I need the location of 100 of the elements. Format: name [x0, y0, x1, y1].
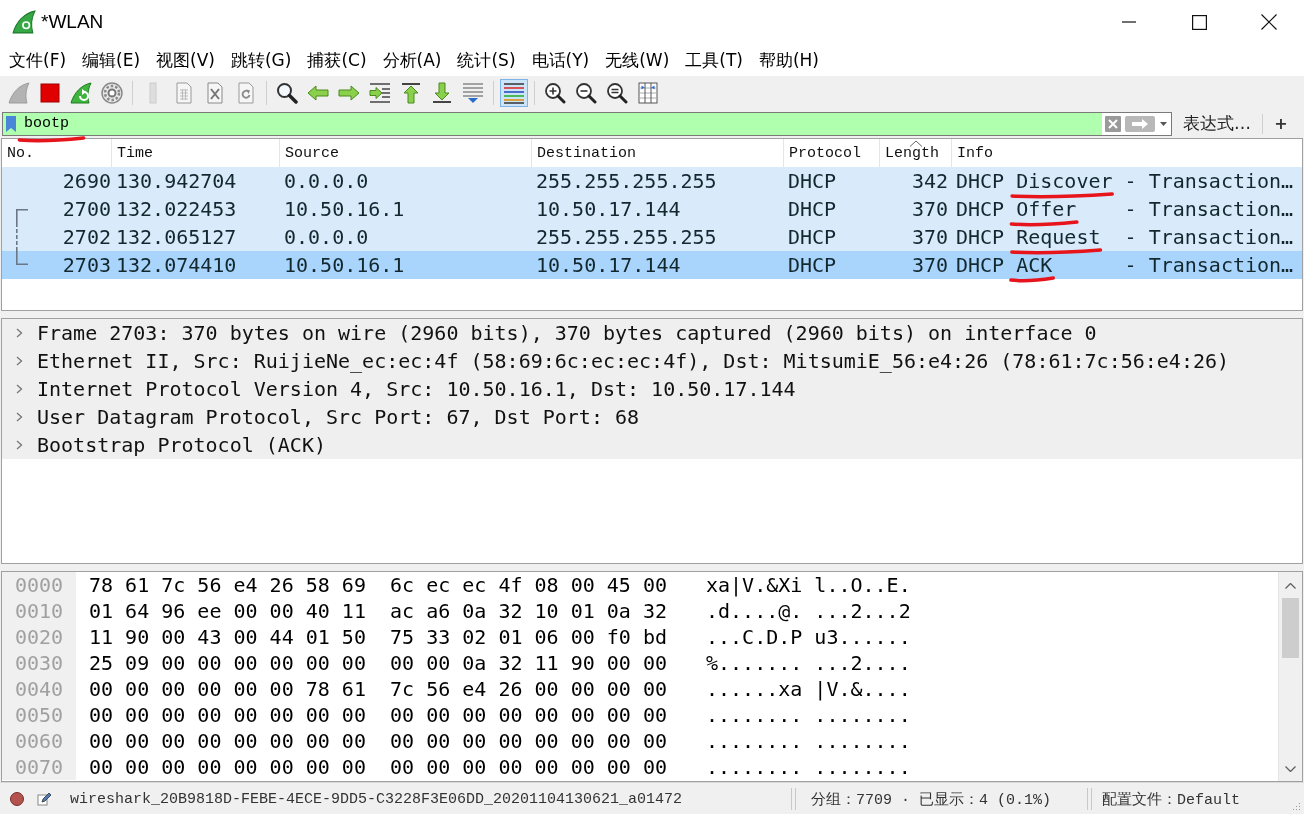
- menu-item[interactable]: 文件(F): [1, 48, 75, 72]
- dropdown-caret-icon[interactable]: [1160, 121, 1167, 126]
- resize-grip-icon[interactable]: [1290, 801, 1301, 812]
- search-icon: [276, 81, 298, 104]
- ascii-text: xa|V.&Xi l..O..E.: [705, 573, 911, 597]
- packet-time: 130.942704: [115, 168, 238, 195]
- packet-number: 2700: [62, 197, 111, 221]
- menu-item[interactable]: 分析(A): [374, 48, 450, 72]
- expand-chevron-icon[interactable]: [14, 412, 24, 422]
- hex-bytes: 00 00 00 00 00 00 00 00 00 00 00 00 00 00 00 00: [89, 755, 667, 779]
- menu-item[interactable]: 电话(Y): [523, 48, 598, 72]
- offset-label: 0060: [2, 728, 76, 754]
- hex-bytes: 01 64 96 ee 00 00 40 11 ac a6 0a 32 10 01 0a 32: [89, 599, 667, 623]
- ascii-text: .d....@. ...2...2: [705, 599, 911, 623]
- refresh-fin-icon: [70, 81, 92, 104]
- document-x-icon: [204, 81, 226, 104]
- tree-item-text: Bootstrap Protocol (ACK): [37, 433, 326, 457]
- stop-square-icon: [39, 81, 61, 104]
- window-title: *WLAN: [41, 11, 104, 33]
- source-address: 10.50.16.1: [283, 196, 406, 223]
- menu-item[interactable]: 捕获(C): [299, 48, 375, 72]
- packet-length: 370: [910, 224, 949, 251]
- sort-caret-icon: [908, 140, 923, 147]
- offset-label: 0000: [2, 572, 76, 598]
- packet-number: 2690: [62, 169, 111, 193]
- destination-address: 255.255.255.255: [535, 224, 718, 251]
- expand-chevron-icon[interactable]: [14, 356, 24, 366]
- tree-row[interactable]: Internet Protocol Version 4, Src: 10.50.16.1, Dst: 10.50.17.144: [2, 375, 1302, 403]
- offset-label: 0010: [2, 598, 76, 624]
- expand-chevron-icon[interactable]: [14, 440, 24, 450]
- add-button[interactable]: +: [1263, 110, 1299, 137]
- packet-info: DHCP ACK - Transaction…: [955, 252, 1295, 279]
- packet-number: 2703: [62, 253, 111, 277]
- scroll-up-icon[interactable]: [1285, 583, 1296, 589]
- packet-time: 132.074410: [115, 252, 238, 279]
- tree-row[interactable]: Frame 2703: 370 bytes on wire (2960 bits), 370 bytes captured (2960 bits) on interface 0: [2, 319, 1302, 347]
- expression-button[interactable]: 表达式…: [1172, 110, 1262, 137]
- source-address: 0.0.0.0: [283, 168, 370, 195]
- expand-chevron-icon[interactable]: [14, 384, 24, 394]
- clear-icon[interactable]: [1105, 115, 1121, 132]
- profile-label[interactable]: 配置文件：Default: [1102, 789, 1240, 809]
- pencil-icon[interactable]: [37, 792, 51, 806]
- grid-document-icon: [173, 81, 195, 104]
- ascii-text: ........ ........: [705, 703, 911, 727]
- protocol-name: DHCP: [787, 196, 838, 223]
- destination-address: 10.50.17.144: [535, 252, 682, 279]
- scrollbar-thumb[interactable]: [1282, 598, 1299, 658]
- gear-icon: [101, 81, 123, 104]
- scrollbar[interactable]: [1278, 572, 1302, 781]
- protocol-name: DHCP: [787, 168, 838, 195]
- zoom-reset-icon: [606, 81, 628, 104]
- lines-down-icon: [462, 81, 484, 104]
- menu-item[interactable]: 统计(S): [449, 48, 524, 72]
- source-address: 0.0.0.0: [283, 224, 370, 251]
- hex-bytes: 00 00 00 00 00 00 78 61 7c 56 e4 26 00 00 00 00: [89, 677, 667, 701]
- capture-file-name: wireshark_20B9818D-FEBE-4ECE-9DD5-C3228F3E06DD_20201104130621_a01472: [70, 790, 684, 808]
- offset-label: 0070: [2, 754, 76, 780]
- zoom-out-icon: [575, 81, 597, 104]
- packet-time: 132.022453: [115, 196, 238, 223]
- offset-label: 0040: [2, 676, 76, 702]
- shark-fin-icon: [12, 10, 36, 34]
- menu-item[interactable]: 跳转(G): [222, 48, 300, 72]
- colorize-button[interactable]: [500, 78, 528, 107]
- tree-row[interactable]: Ethernet II, Src: RuijieNe_ec:ec:4f (58:69:6c:ec:ec:4f), Dst: MitsumiE_56:e4:26 (78:61:7c:56:e4:26): [2, 347, 1302, 375]
- hex-bytes: 11 90 00 43 00 44 01 50 75 33 02 01 06 00 f0 bd: [89, 625, 667, 649]
- menu-item[interactable]: 帮助(H): [750, 48, 827, 72]
- protocol-name: DHCP: [787, 224, 838, 251]
- menu-item[interactable]: 无线(W): [597, 48, 678, 72]
- menu-item[interactable]: 视图(V): [148, 48, 223, 72]
- hex-bytes: 25 09 00 00 00 00 00 00 00 00 0a 32 11 90 00 00: [89, 651, 667, 675]
- offset-label: 0050: [2, 702, 76, 728]
- tree-item-text: Ethernet II, Src: RuijieNe_ec:ec:4f (58:69:6c:ec:ec:4f), Dst: MitsumiE_56:e4:26 (78:61:7c:56:e4:26): [37, 349, 1230, 373]
- menu-item[interactable]: 工具(T): [677, 48, 751, 72]
- expand-chevron-icon[interactable]: [14, 328, 24, 338]
- offset-label: 0020: [2, 624, 76, 650]
- destination-address: 10.50.17.144: [535, 196, 682, 223]
- hex-bytes: 00 00 00 00 00 00 00 00 00 00 00 00 00 00 00 00: [89, 703, 667, 727]
- hex-bytes: 78 61 7c 56 e4 26 58 69 6c ec ec 4f 08 00 45 00: [89, 573, 667, 597]
- tree-item-text: Internet Protocol Version 4, Src: 10.50.16.1, Dst: 10.50.17.144: [37, 377, 796, 401]
- arrow-right-icon[interactable]: [1125, 115, 1155, 132]
- bookmark-icon[interactable]: [6, 115, 16, 132]
- status-dot-icon[interactable]: [10, 792, 24, 806]
- offset-label: 0030: [2, 650, 76, 676]
- packet-info: DHCP Offer - Transaction…: [955, 196, 1295, 223]
- ascii-text: ......xa |V.&....: [705, 677, 911, 701]
- tree-row[interactable]: User Datagram Protocol, Src Port: 67, Dst Port: 68: [2, 403, 1302, 431]
- packet-info: DHCP Discover - Transaction…: [955, 168, 1295, 195]
- packet-time: 132.065127: [115, 224, 238, 251]
- destination-address: 255.255.255.255: [535, 168, 718, 195]
- menu-item[interactable]: 编辑(E): [74, 48, 149, 72]
- hex-bytes: 00 00 00 00 00 00 00 00 00 00 00 00 00 00 00 00: [89, 729, 667, 753]
- down-arrow-bar-icon: [431, 81, 453, 104]
- ascii-text: ........ ........: [705, 755, 911, 779]
- close-icon: [1261, 14, 1277, 30]
- packet-length: 370: [910, 196, 949, 223]
- scroll-down-icon[interactable]: [1285, 766, 1296, 772]
- packet-number: 2702: [62, 225, 111, 249]
- tree-item-text: User Datagram Protocol, Src Port: 67, Dst Port: 68: [37, 405, 640, 429]
- packet-length: 370: [910, 252, 949, 279]
- tree-row[interactable]: Bootstrap Protocol (ACK): [2, 431, 1302, 459]
